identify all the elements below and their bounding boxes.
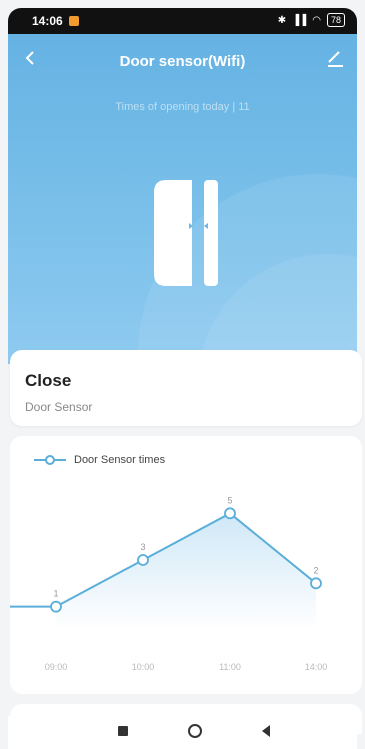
system-nav-bar (8, 716, 357, 749)
data-point (50, 600, 62, 613)
data-label: 1 (53, 589, 58, 599)
status-card: Close Door Sensor (10, 350, 362, 426)
notification-icon (69, 16, 79, 26)
hero-panel: Door sensor(Wifi) Times of opening today… (8, 34, 357, 364)
home-button[interactable] (188, 724, 202, 738)
edit-button[interactable] (325, 48, 345, 68)
bluetooth-icon: ✱ (277, 14, 287, 26)
device-type: Door Sensor (25, 400, 93, 414)
data-label: 3 (140, 542, 145, 552)
back-triangle-icon[interactable] (260, 724, 272, 738)
battery-level: 78 (326, 13, 345, 27)
status-icons: ✱ ▐▐ ◠ 78 (278, 13, 345, 27)
status-bar: 14:06 ✱ ▐▐ ◠ 78 (8, 8, 357, 34)
door-sensor-chart: 1 3 5 2 09:00 10:00 11:00 14:00 (10, 495, 328, 672)
data-label: 5 (227, 495, 232, 505)
page-title: Door sensor(Wifi) (119, 53, 246, 70)
x-tick-label: 10:00 (132, 662, 155, 672)
chart-card: Door Sensor times 1 3 5 2 09:00 10:00 11:00 14:… (10, 436, 362, 694)
wifi-icon: ◠ (312, 14, 321, 26)
data-label: 2 (313, 565, 318, 575)
times-opening-today: Times of opening today | 11 (115, 101, 250, 113)
data-point (310, 577, 322, 590)
recents-button[interactable] (118, 726, 128, 736)
series-area (56, 513, 316, 630)
data-point (137, 554, 149, 566)
x-tick-label: 14:00 (305, 662, 328, 672)
door-sensor-icon (154, 180, 218, 286)
x-tick-label: 09:00 (45, 662, 68, 672)
data-point (224, 507, 236, 520)
signal-icon: ▐▐ (292, 14, 307, 26)
status-time: 14:06 (32, 14, 63, 28)
door-status: Close (25, 371, 72, 390)
x-tick-label: 11:00 (219, 662, 241, 672)
pencil-icon (328, 51, 343, 67)
